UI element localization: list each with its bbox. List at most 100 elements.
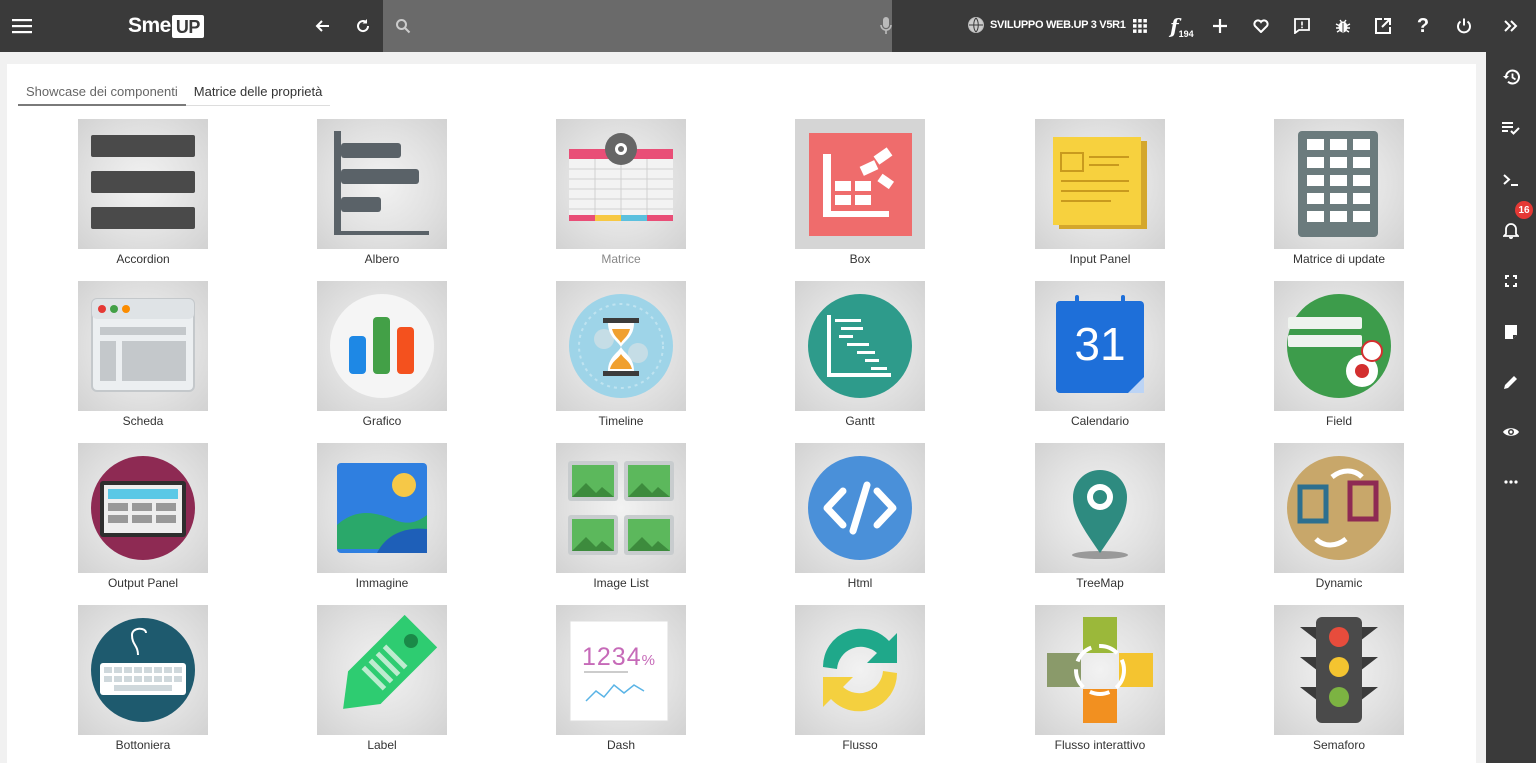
component-tile-accordion[interactable]: Accordion [63,119,223,269]
more-icon[interactable] [1499,470,1523,494]
logo-badge: UP [171,14,204,38]
component-tile-dynamic[interactable]: Dynamic [1259,443,1419,593]
pencil-icon[interactable] [1499,370,1523,394]
component-tile-grafico[interactable]: Grafico [302,281,462,431]
component-label: Box [849,252,871,266]
feedback-icon[interactable] [1290,14,1314,38]
component-label: Input Panel [1069,252,1131,266]
component-tile-dash[interactable]: 1234% Dash [541,605,701,755]
component-label: Albero [364,252,400,266]
tree-icon [317,119,447,249]
component-tile-flusso-interattivo[interactable]: Flusso interattivo [1020,605,1180,755]
menu-icon[interactable] [2,0,42,52]
component-tile-semaforo[interactable]: Semaforo [1259,605,1419,755]
input-panel-icon [1035,119,1165,249]
right-sidebar [1486,0,1536,763]
collapse-icon[interactable] [1499,14,1523,38]
tab-showcase[interactable]: Showcase dei componenti [18,82,186,106]
top-bar: Sme UP SVILUPPO WEB.UP 3 V5R1 f 194 ? [0,0,1486,52]
component-label: Image List [593,576,649,590]
apps-icon[interactable] [1128,14,1152,38]
interactive-flow-icon [1035,605,1165,735]
component-label: Dash [606,738,635,752]
component-tile-field[interactable]: Field [1259,281,1419,431]
calendar-icon: 31 [1035,281,1165,411]
component-label: Accordion [116,252,170,266]
component-tile-label[interactable]: Label [302,605,462,755]
component-tile-input-panel[interactable]: Input Panel [1020,119,1180,269]
notification-badge: 16 [1515,201,1533,219]
component-label: Timeline [598,414,644,428]
fullscreen-icon[interactable] [1499,269,1523,293]
tab-property-matrix[interactable]: Matrice delle proprietà [185,82,331,106]
note-icon[interactable] [1499,320,1523,344]
mic-icon[interactable] [880,17,892,35]
component-tile-matrice[interactable]: Matrice [541,119,701,269]
component-tile-box[interactable]: Box [780,119,940,269]
component-tile-calendario[interactable]: 31 Calendario [1020,281,1180,431]
bell-icon[interactable] [1499,218,1523,242]
component-tile-output-panel[interactable]: Output Panel [63,443,223,593]
history-icon[interactable] [1499,65,1523,89]
function-icon[interactable]: f 194 [1170,14,1202,39]
component-tile-treemap[interactable]: TreeMap [1020,443,1180,593]
component-label: Dynamic [1315,576,1363,590]
component-label: Scheda [122,414,164,428]
app-logo[interactable]: Sme UP [128,14,204,38]
calendar-day: 31 [1074,318,1126,370]
bug-icon[interactable] [1331,14,1355,38]
search-input[interactable] [419,18,836,34]
component-tile-timeline[interactable]: Timeline [541,281,701,431]
environment-label: SVILUPPO WEB.UP 3 V5R1 [990,19,1126,31]
component-label: Calendario [1070,414,1130,428]
eye-icon[interactable] [1499,420,1523,444]
component-label: Bottoniera [115,738,171,752]
image-list-icon [556,443,686,573]
component-tile-bottoniera[interactable]: Bottoniera [63,605,223,755]
accordion-icon [78,119,208,249]
plus-icon[interactable] [1208,14,1232,38]
search-bar[interactable] [383,0,892,52]
component-label: Immagine [355,576,409,590]
back-icon[interactable] [310,14,334,38]
function-count: 194 [1178,29,1194,39]
dash-number: 1234 [582,643,642,671]
component-tile-albero[interactable]: Albero [302,119,462,269]
dash-value: 1234% [582,643,656,672]
refresh-icon[interactable] [351,14,375,38]
dash-percent: % [641,652,656,669]
component-tile-gantt[interactable]: Gantt [780,281,940,431]
component-tile-immagine[interactable]: Immagine [302,443,462,593]
component-label: Html [847,576,873,590]
component-label: Output Panel [107,576,179,590]
map-pin-icon [1035,443,1165,573]
component-label: TreeMap [1076,576,1124,590]
component-tile-flusso[interactable]: Flusso [780,605,940,755]
component-label: Flusso [842,738,878,752]
field-icon [1274,281,1404,411]
component-label: Gantt [845,414,875,428]
help-icon[interactable]: ? [1411,14,1435,38]
open-external-icon[interactable] [1371,14,1395,38]
matrix-icon [556,119,686,249]
power-icon[interactable] [1452,14,1476,38]
terminal-icon[interactable] [1499,168,1523,192]
heart-icon[interactable] [1249,14,1273,38]
dashboard-icon: 1234% [556,605,686,735]
search-icon [395,18,411,34]
image-icon [317,443,447,573]
main-content: Showcase dei componenti Matrice delle pr… [7,64,1476,763]
cycle-icon [795,605,925,735]
environment-selector[interactable]: SVILUPPO WEB.UP 3 V5R1 [968,17,1126,33]
component-tile-matrice-update[interactable]: Matrice di update [1259,119,1419,269]
output-panel-icon [78,443,208,573]
component-tile-image-list[interactable]: Image List [541,443,701,593]
update-matrix-icon [1274,119,1404,249]
dynamic-icon [1274,443,1404,573]
keyboard-icon [78,605,208,735]
component-tile-html[interactable]: Html [780,443,940,593]
tag-icon [317,605,447,735]
component-tile-scheda[interactable]: Scheda [63,281,223,431]
component-label: Field [1325,414,1352,428]
playlist-check-icon[interactable] [1499,116,1523,140]
